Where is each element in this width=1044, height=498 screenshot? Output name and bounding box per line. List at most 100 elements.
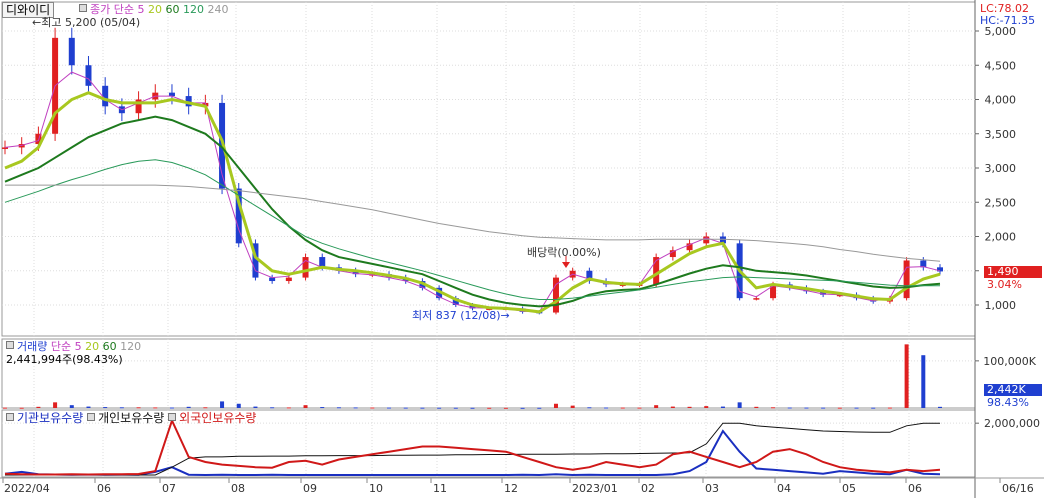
candle-body	[102, 85, 109, 107]
volume-bar	[3, 407, 7, 409]
volume-bar	[453, 407, 458, 409]
dividend-marker: 배당락(0.00%)	[527, 246, 601, 259]
panel-frame	[1, 338, 976, 409]
volume-bar	[487, 407, 492, 409]
y-tick-label: 4,000	[985, 94, 1017, 107]
x-tick-label: 03	[705, 482, 719, 495]
high-marker: ←최고 5,200 (05/04)	[32, 16, 141, 29]
volume-bar	[720, 406, 725, 408]
legend-ma5: 5	[137, 3, 145, 16]
volume-bar	[203, 407, 208, 409]
volume-bar	[119, 407, 124, 409]
volume-legend-label: 단순	[50, 340, 72, 353]
volume-bar	[136, 407, 141, 409]
volume-bar	[904, 344, 909, 408]
legend-square-icon	[6, 341, 14, 349]
volume-bar	[537, 407, 542, 409]
volume-legend: 거래량 단순 5 20 60 120	[6, 340, 141, 353]
x-tick-label: 11	[433, 482, 447, 495]
price-legend: 종가 단순 5 20 60 120 240	[79, 3, 228, 16]
y-tick-label: 1,000	[985, 299, 1017, 312]
panel-frame	[1, 1, 976, 337]
candle-body	[269, 277, 276, 282]
stock-chart[interactable]: 5,0004,5004,0003,5003,0002,5002,0001,500…	[0, 0, 1044, 498]
volume-bar	[821, 407, 826, 409]
candle-body	[937, 267, 943, 272]
y-tick-label: 3,000	[985, 162, 1017, 175]
volume-bar	[403, 407, 408, 409]
candle-body	[85, 65, 92, 86]
vol-ma60: 60	[102, 340, 117, 353]
volume-bar	[253, 406, 258, 408]
legend-ma60: 60	[165, 3, 180, 16]
volume-bar	[437, 407, 442, 409]
candle-body	[319, 257, 326, 268]
volume-bar	[587, 407, 592, 409]
candle-body	[2, 147, 8, 149]
x-tick-label: 10	[369, 482, 383, 495]
legend-foreign: 외국인보유수량	[179, 411, 257, 425]
volume-bar	[871, 407, 876, 409]
volume-bar	[804, 407, 809, 409]
low-marker: 최저 837 (12/08)→	[412, 309, 510, 322]
legend-ma120: 120	[182, 3, 204, 16]
x-tick-label: 2023/01	[572, 482, 618, 495]
x-tick-label: 04	[777, 482, 791, 495]
volume-bar	[553, 403, 558, 408]
price-legend-label: 종가 단순	[90, 3, 134, 16]
legend-ma20: 20	[147, 3, 162, 16]
y-tick-label: 3,500	[985, 128, 1017, 141]
volume-value-text: 2,441,994주(98.43%)	[6, 353, 123, 366]
legend-square-icon	[168, 413, 177, 421]
volume-bar	[303, 405, 308, 408]
volume-bar	[470, 407, 475, 409]
volume-bar	[837, 407, 842, 409]
volume-bar	[570, 405, 575, 408]
vol-ma20: 20	[85, 340, 100, 353]
x-tick-label: 05	[842, 482, 856, 495]
volume-bar	[169, 407, 174, 409]
volume-bar	[420, 407, 425, 409]
legend-institution: 기관보유수량	[17, 411, 84, 425]
candle-body	[903, 260, 910, 299]
x-tick-label: 09	[303, 482, 317, 495]
volume-bar	[153, 407, 158, 409]
y-tick-label: 4,500	[985, 59, 1017, 72]
volume-pct-badge: 98.43%	[987, 396, 1029, 409]
x-tick-label: 07	[162, 482, 176, 495]
y-tick-label: 2,500	[985, 196, 1017, 209]
volume-bar	[270, 407, 275, 409]
legend-square-icon	[79, 4, 87, 12]
volume-bar	[370, 407, 375, 409]
volume-bar	[36, 406, 41, 408]
volume-bar	[69, 405, 74, 408]
ma-line-120	[4, 159, 940, 300]
candle-body	[285, 277, 292, 282]
legend-individual: 개인보유수량	[98, 411, 165, 425]
volume-bar	[503, 407, 508, 409]
volume-bar	[654, 405, 659, 408]
volume-bar	[19, 407, 24, 409]
hc-label: HC:-71.35	[980, 14, 1036, 27]
volume-y-tick-label: 100,000K	[983, 355, 1036, 368]
volume-bar	[771, 407, 776, 409]
volume-bar	[320, 407, 325, 409]
holdings-y-tick-label: 2,000,000	[984, 417, 1040, 430]
volume-bar	[336, 407, 341, 409]
volume-bar	[353, 407, 358, 409]
x-tick-label: 02	[641, 482, 655, 495]
volume-bar	[921, 355, 926, 408]
volume-bar	[604, 407, 609, 409]
ma-line-240	[5, 184, 941, 262]
candle-body	[168, 92, 175, 97]
volume-bar	[520, 407, 525, 409]
volume-bar	[938, 406, 942, 408]
last-price-badge: 1,490	[984, 266, 1042, 278]
change-pct-badge: 3.04%	[987, 278, 1022, 291]
volume-bar	[186, 406, 191, 408]
volume-bar	[754, 406, 759, 408]
volume-bar	[704, 406, 709, 408]
volume-badge: 2,442K	[984, 384, 1042, 396]
volume-bar	[670, 406, 675, 408]
volume-bar	[236, 403, 241, 408]
